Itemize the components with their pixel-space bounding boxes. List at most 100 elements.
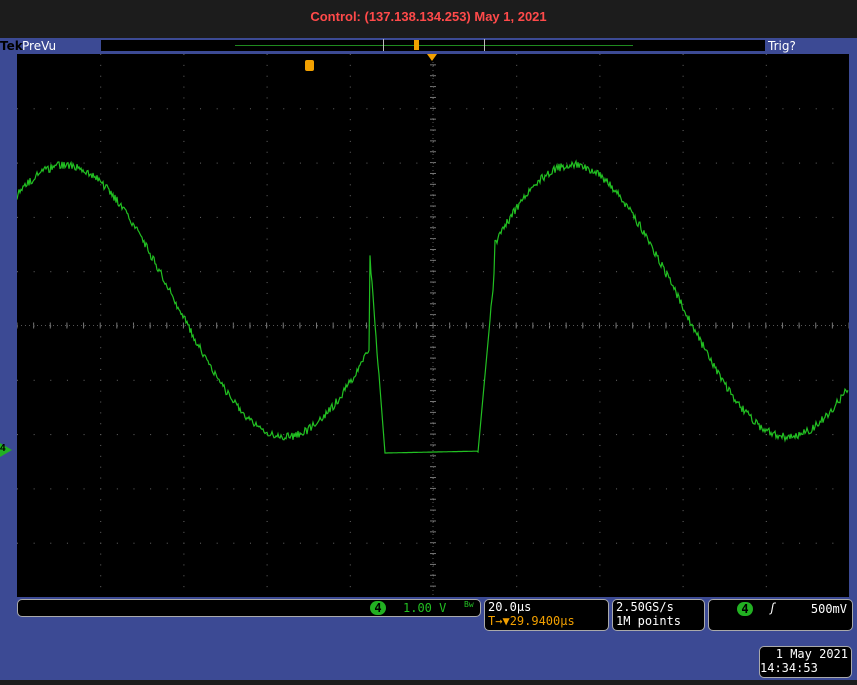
grid-dot	[100, 315, 101, 316]
grid-dot	[283, 163, 284, 164]
grid-dot	[699, 380, 700, 381]
grid-dot	[183, 260, 184, 261]
grid-dot	[200, 163, 201, 164]
grid-dot	[483, 217, 484, 218]
grid-dot	[566, 163, 567, 164]
grid-dot	[583, 380, 584, 381]
grid-dot	[350, 521, 351, 522]
grid-dot	[599, 206, 600, 207]
graticule[interactable]	[17, 54, 849, 597]
grid-dot	[350, 543, 351, 544]
grid-dot	[183, 380, 184, 381]
grid-dot	[733, 434, 734, 435]
grid-dot	[500, 163, 501, 164]
grid-dot	[34, 434, 35, 435]
grid-dot	[200, 271, 201, 272]
grid-dot	[699, 271, 700, 272]
grid-dot	[483, 380, 484, 381]
rising-edge-icon: ʃ	[769, 601, 776, 615]
grid-dot	[500, 217, 501, 218]
channel-readout[interactable]: 4 1.00 V Bw	[17, 599, 481, 617]
grid-dot	[217, 380, 218, 381]
grid-dot	[683, 456, 684, 457]
grid-dot	[100, 65, 101, 66]
grid-dot	[683, 163, 684, 164]
grid-dot	[749, 108, 750, 109]
grid-dot	[100, 184, 101, 185]
record-view-window[interactable]	[383, 39, 485, 51]
grid-dot	[50, 434, 51, 435]
grid-dot	[350, 564, 351, 565]
grid-dot	[683, 97, 684, 98]
trigger-readout[interactable]: 4 ʃ 500mV	[708, 599, 853, 631]
grid-dot	[466, 434, 467, 435]
grid-dot	[716, 271, 717, 272]
grid-dot	[400, 217, 401, 218]
grid-dot	[832, 271, 833, 272]
grid-dot	[766, 54, 767, 55]
grid-dot	[633, 380, 634, 381]
grid-dot	[100, 575, 101, 576]
grid-dot	[450, 434, 451, 435]
channel-4-marker-label: 4	[0, 443, 8, 454]
grid-dot	[599, 423, 600, 424]
grid-dot	[267, 532, 268, 533]
brand-logo: Tek	[0, 39, 23, 53]
grid-dot	[516, 499, 517, 500]
horizontal-readout[interactable]: 20.0µs T→▼29.9400µs	[484, 599, 609, 631]
grid-dot	[766, 119, 767, 120]
grid-dot	[416, 271, 417, 272]
grid-dot	[683, 586, 684, 587]
grid-dot	[100, 467, 101, 468]
grid-dot	[666, 434, 667, 435]
acquisition-readout[interactable]: 2.50GS/s 1M points	[612, 599, 705, 631]
expansion-point-icon	[427, 54, 437, 61]
grid-dot	[599, 347, 600, 348]
grid-dot	[350, 347, 351, 348]
grid-dot	[100, 564, 101, 565]
grid-dot	[167, 380, 168, 381]
grid-dot	[233, 217, 234, 218]
grid-dot	[34, 543, 35, 544]
grid-dot	[267, 97, 268, 98]
grid-dot	[683, 54, 684, 55]
grid-dot	[683, 228, 684, 229]
grid-dot	[516, 575, 517, 576]
grid-dot	[267, 315, 268, 316]
grid-dot	[267, 228, 268, 229]
grid-dot	[350, 499, 351, 500]
grid-dot	[566, 488, 567, 489]
grid-dot	[183, 249, 184, 250]
bandwidth-limit-icon: Bw	[464, 600, 474, 609]
grid-dot	[549, 434, 550, 435]
grid-dot	[100, 445, 101, 446]
grid-dot	[733, 543, 734, 544]
grid-dot	[683, 445, 684, 446]
grid-dot	[450, 380, 451, 381]
grid-dot	[749, 543, 750, 544]
grid-dot	[183, 293, 184, 294]
grid-dot	[150, 108, 151, 109]
grid-dot	[549, 380, 550, 381]
grid-dot	[516, 369, 517, 370]
grid-dot	[100, 412, 101, 413]
grid-dot	[84, 163, 85, 164]
grid-dot	[350, 456, 351, 457]
grid-dot	[766, 467, 767, 468]
record-overview[interactable]	[101, 40, 765, 51]
grid-dot	[516, 271, 517, 272]
grid-dot	[599, 564, 600, 565]
grid-dot	[350, 228, 351, 229]
grid-dot	[100, 152, 101, 153]
grid-dot	[267, 249, 268, 250]
grid-dot	[100, 586, 101, 587]
grid-dot	[366, 488, 367, 489]
grid-dot	[400, 434, 401, 435]
grid-dot	[766, 141, 767, 142]
grid-dot	[100, 163, 101, 164]
grid-dot	[599, 260, 600, 261]
grid-dot	[183, 76, 184, 77]
grid-dot	[183, 575, 184, 576]
grid-dot	[666, 543, 667, 544]
grid-dot	[599, 554, 600, 555]
